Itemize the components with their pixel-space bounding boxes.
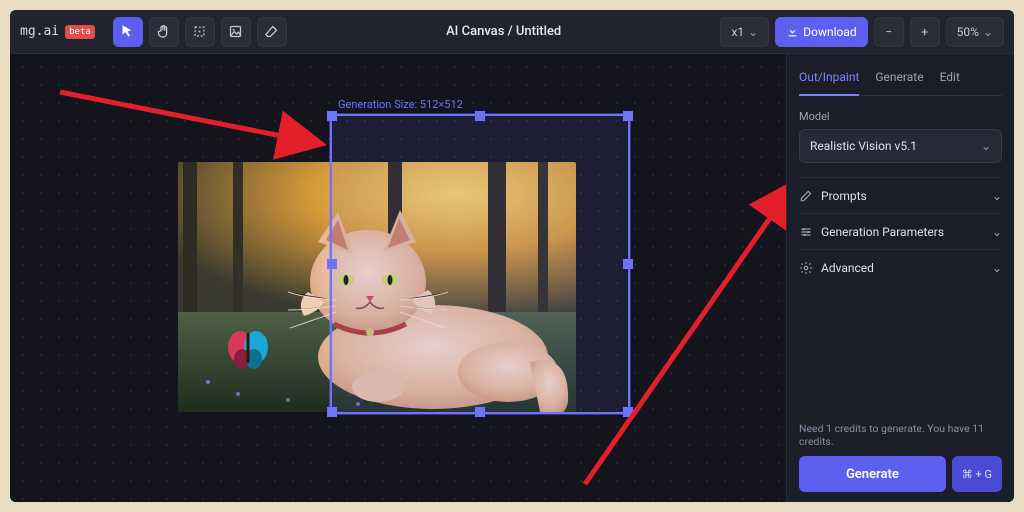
hand-icon <box>156 24 171 39</box>
chevron-down-icon: ⌄ <box>992 225 1002 239</box>
resize-handle-br[interactable] <box>623 407 633 417</box>
generate-button[interactable]: Generate <box>799 456 946 492</box>
image-tool[interactable] <box>221 17 251 47</box>
chevron-down-icon: ⌄ <box>981 139 991 153</box>
generation-selection[interactable]: Generation Size: 512×512 <box>330 114 630 414</box>
model-value: Realistic Vision v5.1 <box>810 139 917 153</box>
annotation-arrow-1 <box>60 90 340 164</box>
section-advanced[interactable]: Advanced ⌄ <box>799 249 1002 285</box>
selection-size-label: Generation Size: 512×512 <box>338 98 463 111</box>
download-icon <box>786 25 799 38</box>
brand: mg.ai beta <box>20 24 95 39</box>
zoom-pct-label: 50% <box>957 25 979 39</box>
section-prompts[interactable]: Prompts ⌄ <box>799 177 1002 213</box>
right-panel: Out/Inpaint Generate Edit Model Realisti… <box>786 54 1014 502</box>
chevron-down-icon: ⌄ <box>983 25 993 39</box>
frame-icon <box>192 24 207 39</box>
hotkey-label: ⌘ + G <box>962 468 992 481</box>
chevron-down-icon: ⌄ <box>992 189 1002 203</box>
chevron-down-icon: ⌄ <box>748 25 758 39</box>
top-bar: mg.ai beta AI Canvas / Untitled x1 <box>10 10 1014 54</box>
resize-handle-tm[interactable] <box>475 111 485 121</box>
generate-row: Generate ⌘ + G <box>799 456 1002 492</box>
generate-label: Generate <box>846 467 899 482</box>
hand-tool[interactable] <box>149 17 179 47</box>
app-window: mg.ai beta AI Canvas / Untitled x1 <box>10 10 1014 502</box>
tab-edit[interactable]: Edit <box>940 64 960 95</box>
resize-handle-ml[interactable] <box>327 259 337 269</box>
canvas[interactable]: Generation Size: 512×512 <box>10 54 786 502</box>
resize-handle-tr[interactable] <box>623 111 633 121</box>
zoom-out-button[interactable]: − <box>874 17 904 47</box>
resize-handle-bm[interactable] <box>475 407 485 417</box>
model-select[interactable]: Realistic Vision v5.1 ⌄ <box>799 129 1002 163</box>
resize-handle-mr[interactable] <box>623 259 633 269</box>
sliders-icon <box>799 225 813 239</box>
image-icon <box>228 24 243 39</box>
tab-generate[interactable]: Generate <box>875 64 923 95</box>
zoom-pct-select[interactable]: 50% ⌄ <box>946 17 1004 47</box>
gear-icon <box>799 261 813 275</box>
section-parameters[interactable]: Generation Parameters ⌄ <box>799 213 1002 249</box>
generate-hotkey[interactable]: ⌘ + G <box>952 456 1002 492</box>
download-label: Download <box>803 25 856 39</box>
section-prompts-label: Prompts <box>821 189 867 203</box>
cursor-tool[interactable] <box>113 17 143 47</box>
zoom-mult-select[interactable]: x1 ⌄ <box>720 17 769 47</box>
main: Generation Size: 512×512 <box>10 54 1014 502</box>
page-title: AI Canvas / Untitled <box>295 24 713 39</box>
brand-name: mg.ai <box>20 24 59 39</box>
edit-icon <box>799 189 813 203</box>
zoom-mult-label: x1 <box>731 25 744 39</box>
resize-handle-tl[interactable] <box>327 111 337 121</box>
download-button[interactable]: Download <box>775 17 867 47</box>
eraser-icon <box>264 24 279 39</box>
chevron-down-icon: ⌄ <box>992 261 1002 275</box>
resize-handle-bl[interactable] <box>327 407 337 417</box>
model-label: Model <box>799 110 1002 123</box>
section-advanced-label: Advanced <box>821 261 874 275</box>
beta-badge: beta <box>65 25 95 39</box>
credits-text: Need 1 credits to generate. You have 11 … <box>799 422 1002 448</box>
tool-group <box>113 17 287 47</box>
frame-tool[interactable] <box>185 17 215 47</box>
topbar-right: x1 ⌄ Download − + 50% ⌄ <box>720 17 1004 47</box>
tab-outinpaint[interactable]: Out/Inpaint <box>799 64 859 96</box>
erase-tool[interactable] <box>257 17 287 47</box>
panel-tabs: Out/Inpaint Generate Edit <box>799 64 1002 96</box>
cursor-icon <box>120 24 135 39</box>
zoom-in-button[interactable]: + <box>910 17 940 47</box>
section-parameters-label: Generation Parameters <box>821 225 944 239</box>
